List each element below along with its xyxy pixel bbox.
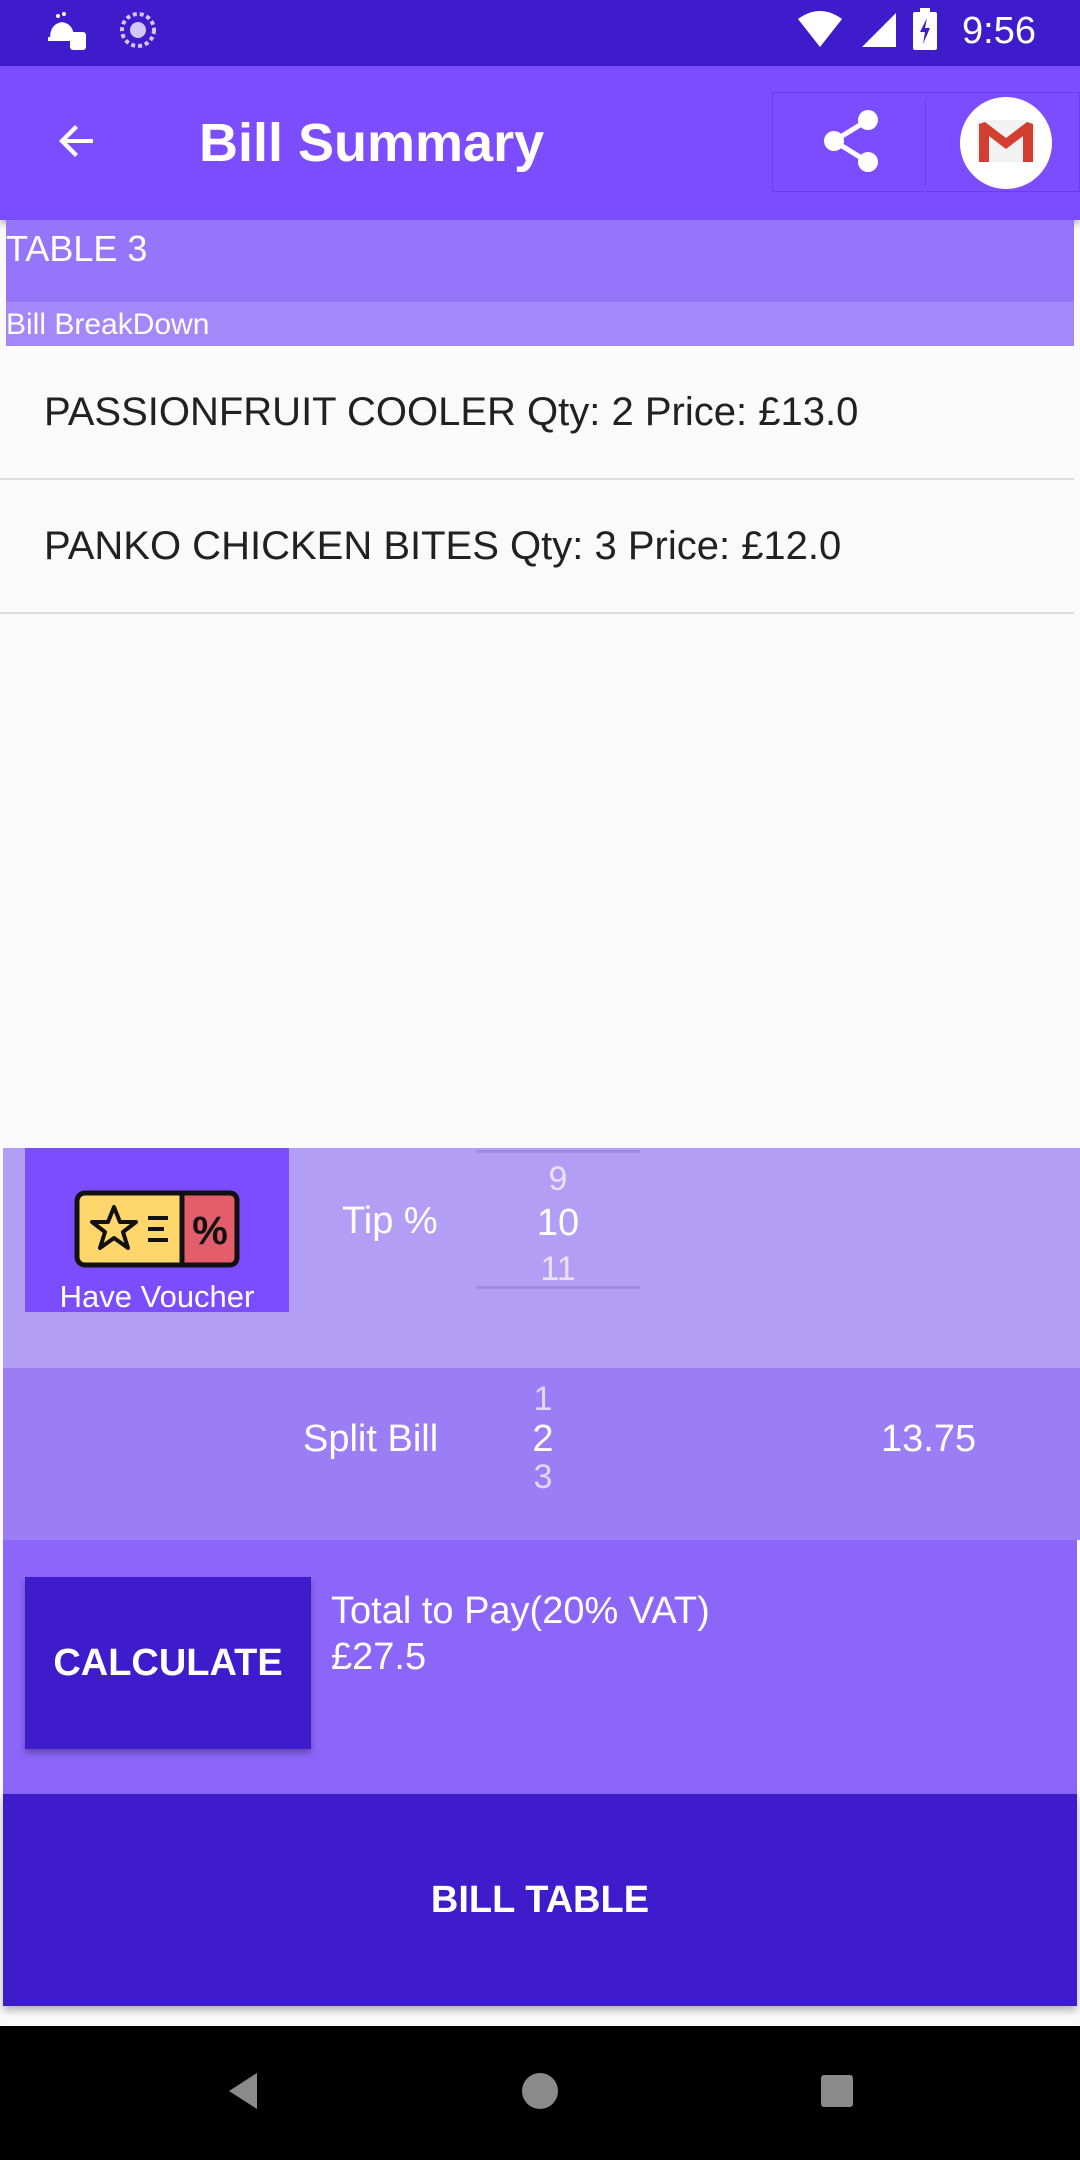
total-value: £27.5: [331, 1636, 427, 1678]
tip-section: % Have Voucher Tip % 9 10 11: [3, 1148, 1080, 1368]
picker-prev-value: 9: [548, 1160, 568, 1198]
split-count-picker[interactable]: 1 2 3: [513, 1380, 573, 1530]
share-button[interactable]: [813, 105, 889, 181]
total-section: CALCULATE Total to Pay(20% VAT) £27.5: [3, 1540, 1077, 1794]
signal-icon: [858, 9, 898, 54]
split-bill-label: Split Bill: [303, 1418, 439, 1460]
tip-percent-picker[interactable]: 9 10 11: [476, 1148, 640, 1292]
calculate-button[interactable]: CALCULATE: [25, 1577, 311, 1749]
status-bar: 9:56: [0, 0, 1080, 66]
nav-recents-button[interactable]: [804, 2060, 870, 2126]
have-voucher-button[interactable]: % Have Voucher: [25, 1148, 289, 1314]
picker-divider: [476, 1150, 640, 1153]
gmail-button[interactable]: [960, 97, 1052, 189]
picker-next-value: 3: [533, 1458, 553, 1496]
split-amount: 13.75: [881, 1418, 977, 1460]
page-title: Bill Summary: [199, 113, 545, 173]
picker-next-value: 11: [540, 1250, 576, 1288]
nav-home-button[interactable]: [507, 2060, 573, 2126]
total-to-pay: Total to Pay(20% VAT) £27.5: [331, 1588, 710, 1680]
system-nav-bar: [0, 2026, 1080, 2160]
circle-home-icon: [520, 2071, 560, 2116]
status-time: 9:56: [962, 10, 1036, 52]
gmail-icon: [975, 116, 1037, 171]
picker-divider: [476, 1286, 640, 1289]
picker-prev-value: 1: [533, 1380, 553, 1418]
divider: [925, 99, 926, 187]
wifi-icon: [796, 9, 844, 54]
bill-breakdown-header: Bill BreakDown: [6, 302, 1074, 346]
battery-charging-icon: [912, 8, 938, 55]
share-icon: [816, 106, 886, 181]
action-group: [772, 92, 1080, 192]
app-bar: Bill Summary: [0, 66, 1080, 220]
split-bill-section: Split Bill 1 2 3 13.75: [3, 1368, 1080, 1540]
picker-selected-value: 10: [536, 1202, 580, 1244]
svg-text:%: %: [192, 1209, 228, 1253]
picker-selected-value: 2: [532, 1418, 554, 1460]
notification-bell-icon: [46, 10, 90, 55]
nav-back-button[interactable]: [210, 2060, 276, 2126]
tip-label: Tip %: [342, 1200, 438, 1242]
have-voucher-label: Have Voucher: [59, 1279, 255, 1314]
table-name-header: TABLE 3: [6, 220, 1074, 302]
triangle-back-icon: [225, 2071, 261, 2116]
back-button[interactable]: [44, 110, 110, 176]
arrow-back-icon: [53, 117, 101, 170]
sync-icon: [118, 10, 158, 55]
total-label: Total to Pay(20% VAT): [331, 1590, 710, 1632]
bill-item-list: PASSIONFRUIT COOLER Qty: 2 Price: £13.0 …: [0, 346, 1074, 614]
list-item[interactable]: PANKO CHICKEN BITES Qty: 3 Price: £12.0: [0, 480, 1074, 614]
square-recents-icon: [819, 2073, 855, 2114]
list-item[interactable]: PASSIONFRUIT COOLER Qty: 2 Price: £13.0: [0, 346, 1074, 480]
voucher-ticket-icon: %: [74, 1190, 240, 1273]
bill-table-button[interactable]: BILL TABLE: [3, 1794, 1077, 2006]
